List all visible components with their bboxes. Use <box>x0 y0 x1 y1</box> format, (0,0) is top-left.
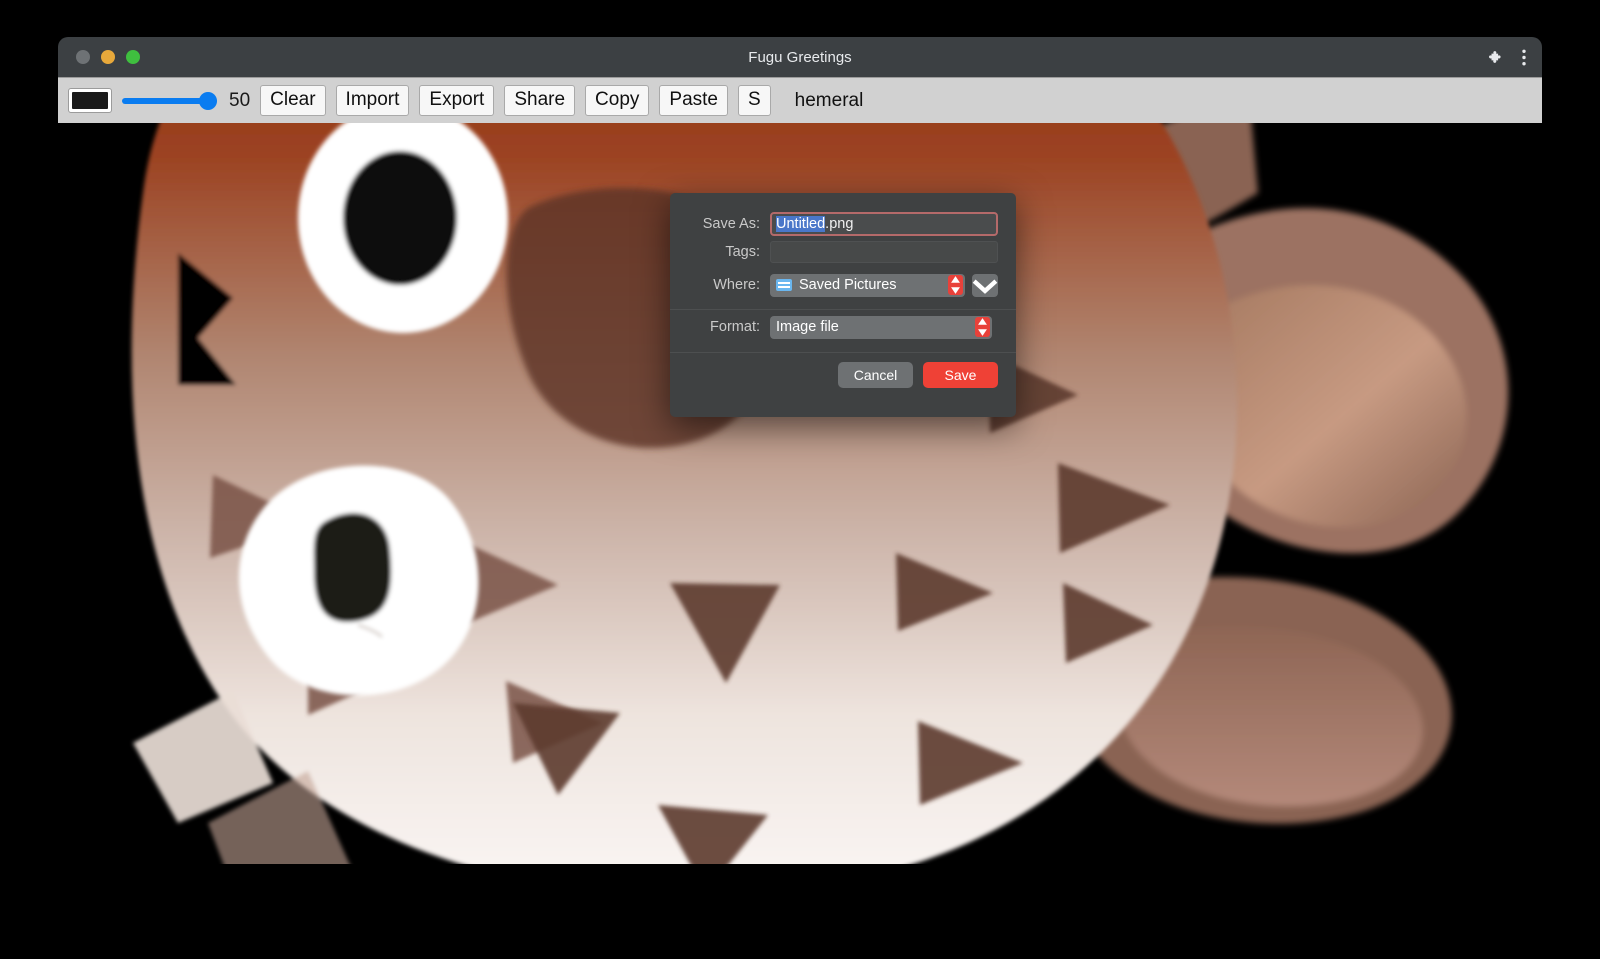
where-stepper-icon[interactable] <box>948 275 963 295</box>
save-file-dialog: Save As: Untitled.png Tags: Where: Saved… <box>670 193 1016 417</box>
color-picker-swatch[interactable] <box>68 88 112 113</box>
drawing-canvas[interactable]: Save As: Untitled.png Tags: Where: Saved… <box>58 123 1542 864</box>
color-swatch-fill <box>72 92 108 109</box>
slider-thumb[interactable] <box>199 92 217 110</box>
where-row: Where: Saved Pictures <box>688 267 998 303</box>
format-stepper-icon[interactable] <box>975 317 990 337</box>
format-value-label: Image file <box>776 319 839 335</box>
save-as-input[interactable]: Untitled.png <box>770 212 998 236</box>
puzzle-piece-icon[interactable] <box>1485 49 1502 66</box>
line-width-slider[interactable] <box>122 91 217 111</box>
close-window-button[interactable] <box>76 50 90 64</box>
title-bar-actions <box>1485 49 1526 66</box>
slider-value-label: 50 <box>229 90 250 112</box>
save-as-selected-text: Untitled <box>776 216 825 232</box>
format-popup-button[interactable]: Image file <box>770 316 992 339</box>
save-as-label: Save As: <box>688 216 760 232</box>
save-confirm-button[interactable]: Save <box>923 362 998 388</box>
ephemeral-label: hemeral <box>795 90 864 112</box>
where-value-label: Saved Pictures <box>799 277 897 293</box>
three-dot-vertical-menu-icon[interactable] <box>1522 49 1526 66</box>
window-title: Fugu Greetings <box>58 49 1542 66</box>
maximize-window-button[interactable] <box>126 50 140 64</box>
export-button[interactable]: Export <box>419 85 494 116</box>
dialog-fields: Save As: Untitled.png Tags: Where: Saved… <box>670 193 1016 303</box>
dialog-action-buttons: Cancel Save <box>670 353 1016 388</box>
tags-row: Tags: <box>688 237 998 267</box>
format-label: Format: <box>688 319 760 335</box>
title-bar: Fugu Greetings <box>58 37 1542 77</box>
import-button[interactable]: Import <box>336 85 410 116</box>
format-row: Format: Image file <box>688 310 998 344</box>
cancel-button[interactable]: Cancel <box>838 362 913 388</box>
where-label: Where: <box>688 277 760 293</box>
window-controls <box>76 50 140 64</box>
format-section: Format: Image file <box>670 310 1016 344</box>
browser-window: Fugu Greetings <box>58 37 1542 864</box>
where-popup-button[interactable]: Saved Pictures <box>770 274 965 297</box>
app-toolbar: 50 Clear Import Export Share Copy Paste … <box>58 77 1542 123</box>
chevron-down-icon[interactable] <box>972 274 998 297</box>
tags-label: Tags: <box>688 244 760 260</box>
paste-button[interactable]: Paste <box>659 85 728 116</box>
save-as-row: Save As: Untitled.png <box>688 193 998 237</box>
share-button[interactable]: Share <box>504 85 575 116</box>
copy-button[interactable]: Copy <box>585 85 649 116</box>
screen: Fugu Greetings <box>0 0 1600 959</box>
save-as-extension-text: .png <box>825 216 853 232</box>
tags-input[interactable] <box>770 241 998 263</box>
minimize-window-button[interactable] <box>101 50 115 64</box>
clear-button[interactable]: Clear <box>260 85 325 116</box>
blue-folder-icon <box>776 279 792 291</box>
save-button[interactable]: S <box>738 85 771 116</box>
